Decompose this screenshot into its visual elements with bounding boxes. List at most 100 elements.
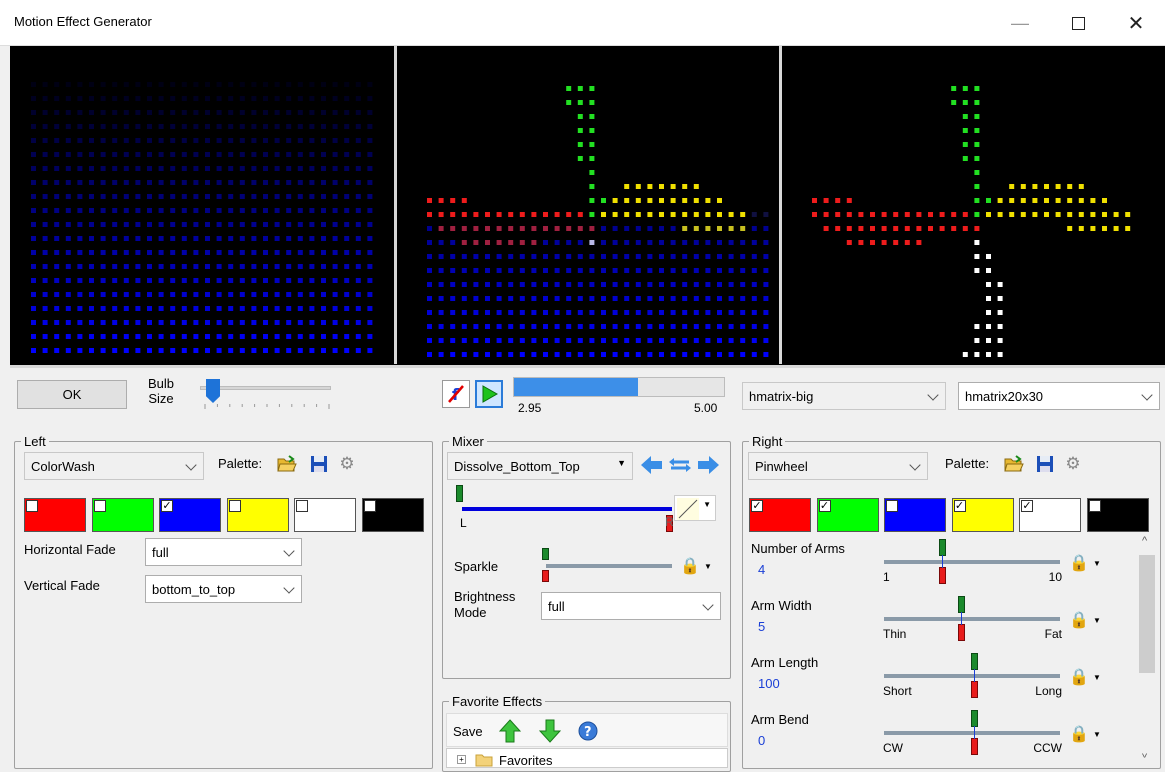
close-button[interactable]: ✕ xyxy=(1116,8,1156,38)
favorites-help-button[interactable]: ? xyxy=(577,720,599,742)
palette-color-3[interactable]: ✓ xyxy=(159,498,221,532)
tree-item-favorites[interactable]: Favorites xyxy=(499,753,552,767)
tree-expand-icon[interactable]: + xyxy=(457,755,466,764)
wash-led xyxy=(54,138,60,143)
palette-color-5[interactable] xyxy=(294,498,356,532)
palette-checkbox[interactable] xyxy=(296,500,308,512)
minimize-button[interactable]: — xyxy=(1000,8,1040,38)
mix-curve-button[interactable]: ▼ xyxy=(674,495,716,521)
param-handle-top[interactable] xyxy=(970,653,978,670)
wash-led xyxy=(181,250,187,255)
param-handle-bottom[interactable] xyxy=(958,624,966,641)
pinwheel-led xyxy=(427,324,432,329)
right-save-palette-button[interactable] xyxy=(1035,454,1055,474)
move-up-button[interactable] xyxy=(498,718,522,744)
param-lock-button[interactable]: 🔒 ▼ xyxy=(1065,720,1105,748)
left-open-palette-button[interactable] xyxy=(276,454,298,474)
param-handle-bottom[interactable] xyxy=(970,738,978,755)
param-lock-button[interactable]: 🔒 ▼ xyxy=(1065,606,1105,634)
param-lock-button[interactable]: 🔒 ▼ xyxy=(1065,549,1105,577)
param-slider-track[interactable] xyxy=(884,731,1060,735)
mix-left-handle[interactable] xyxy=(456,485,463,502)
wash-led xyxy=(135,96,141,101)
wash-led xyxy=(158,208,164,213)
palette-checkbox[interactable] xyxy=(26,500,38,512)
palette-checkbox[interactable] xyxy=(93,500,106,512)
swap-left-button[interactable] xyxy=(640,454,664,476)
palette-color-4[interactable] xyxy=(226,498,289,532)
favorites-save-button[interactable]: Save xyxy=(453,724,483,739)
pinwheel-led xyxy=(589,184,595,189)
param-slider-track[interactable] xyxy=(884,674,1060,678)
right-open-palette-button[interactable] xyxy=(1003,454,1025,474)
palette-color-2[interactable]: ✓ xyxy=(816,498,879,532)
param-handle-top[interactable] xyxy=(970,710,978,727)
param-handle-bottom[interactable] xyxy=(970,681,978,698)
mix-slider-track[interactable] xyxy=(462,507,672,511)
wash-led xyxy=(355,292,361,297)
sparkle-lock-button[interactable]: 🔒 ▼ xyxy=(676,552,716,580)
bulb-size-slider-thumb[interactable] xyxy=(206,379,220,403)
right-effect-select[interactable]: Pinwheel xyxy=(748,452,928,480)
model-select[interactable]: hmatrix-big xyxy=(742,382,946,410)
swap-effects-button[interactable] xyxy=(668,454,692,476)
palette-color-1[interactable]: ✓ xyxy=(749,498,811,532)
vertical-fade-select[interactable]: bottom_to_top xyxy=(145,575,302,603)
palette-color-6[interactable] xyxy=(361,498,424,532)
left-palette-settings-button[interactable]: ⚙ xyxy=(337,454,357,474)
horizontal-fade-select[interactable]: full xyxy=(145,538,302,566)
pinwheel-led xyxy=(473,226,479,231)
palette-checkbox[interactable] xyxy=(1088,500,1101,512)
palette-checkbox[interactable]: ✓ xyxy=(953,500,966,512)
palette-checkbox[interactable] xyxy=(886,500,898,512)
sparkle-slider-handle-top[interactable] xyxy=(542,548,549,560)
playback-progress[interactable] xyxy=(513,377,725,397)
wash-led xyxy=(367,194,373,199)
palette-color-5[interactable]: ✓ xyxy=(1019,498,1081,532)
palette-checkbox[interactable]: ✓ xyxy=(161,500,173,512)
param-handle-bottom[interactable] xyxy=(939,567,947,584)
wash-led xyxy=(205,320,210,325)
param-handle-top[interactable] xyxy=(939,539,947,556)
param-slider-track[interactable] xyxy=(884,560,1060,564)
swap-right-button[interactable] xyxy=(696,454,720,476)
move-down-button[interactable] xyxy=(538,718,562,744)
right-palette-settings-button[interactable]: ⚙ xyxy=(1063,454,1083,474)
left-save-palette-button[interactable] xyxy=(309,454,329,474)
disable-render-button[interactable]: f xyxy=(442,380,470,408)
wash-led xyxy=(181,194,187,199)
submodel-select[interactable]: hmatrix20x30 xyxy=(958,382,1160,410)
brightness-mode-select[interactable]: full xyxy=(541,592,721,620)
palette-checkbox[interactable]: ✓ xyxy=(1021,500,1033,512)
palette-checkbox[interactable] xyxy=(228,500,241,512)
sparkle-slider-handle-bottom[interactable] xyxy=(542,570,549,582)
palette-color-2[interactable] xyxy=(91,498,154,532)
palette-color-1[interactable] xyxy=(24,498,86,532)
param-handle-top[interactable] xyxy=(958,596,966,613)
scroll-down-icon[interactable]: ^ xyxy=(1142,747,1147,759)
scroll-up-icon[interactable]: ^ xyxy=(1142,535,1147,547)
scrollbar-thumb[interactable] xyxy=(1139,555,1155,673)
wash-led xyxy=(31,138,36,143)
maximize-button[interactable] xyxy=(1058,8,1098,38)
right-scrollbar[interactable]: ^ ^ xyxy=(1137,533,1157,767)
ok-button[interactable]: OK xyxy=(17,380,127,409)
palette-checkbox[interactable]: ✓ xyxy=(751,500,763,512)
favorites-tree[interactable]: + Favorites xyxy=(446,748,728,768)
palette-color-3[interactable] xyxy=(884,498,946,532)
sparkle-slider-track[interactable] xyxy=(546,564,672,568)
palette-checkbox[interactable]: ✓ xyxy=(818,500,831,512)
param-lock-button[interactable]: 🔒 ▼ xyxy=(1065,663,1105,691)
palette-color-6[interactable] xyxy=(1086,498,1149,532)
wash-led xyxy=(263,152,268,157)
palette-checkbox[interactable] xyxy=(363,500,376,512)
pinwheel-led xyxy=(635,310,641,315)
left-effect-select[interactable]: ColorWash xyxy=(24,452,204,480)
splitter[interactable] xyxy=(10,365,1165,368)
transition-select[interactable]: Dissolve_Bottom_Top ▼ xyxy=(447,452,633,480)
palette-color-4[interactable]: ✓ xyxy=(951,498,1014,532)
chevron-down-icon xyxy=(185,459,197,471)
pinwheel-led xyxy=(624,338,630,343)
play-button[interactable] xyxy=(475,380,503,408)
param-slider-track[interactable] xyxy=(884,617,1060,621)
